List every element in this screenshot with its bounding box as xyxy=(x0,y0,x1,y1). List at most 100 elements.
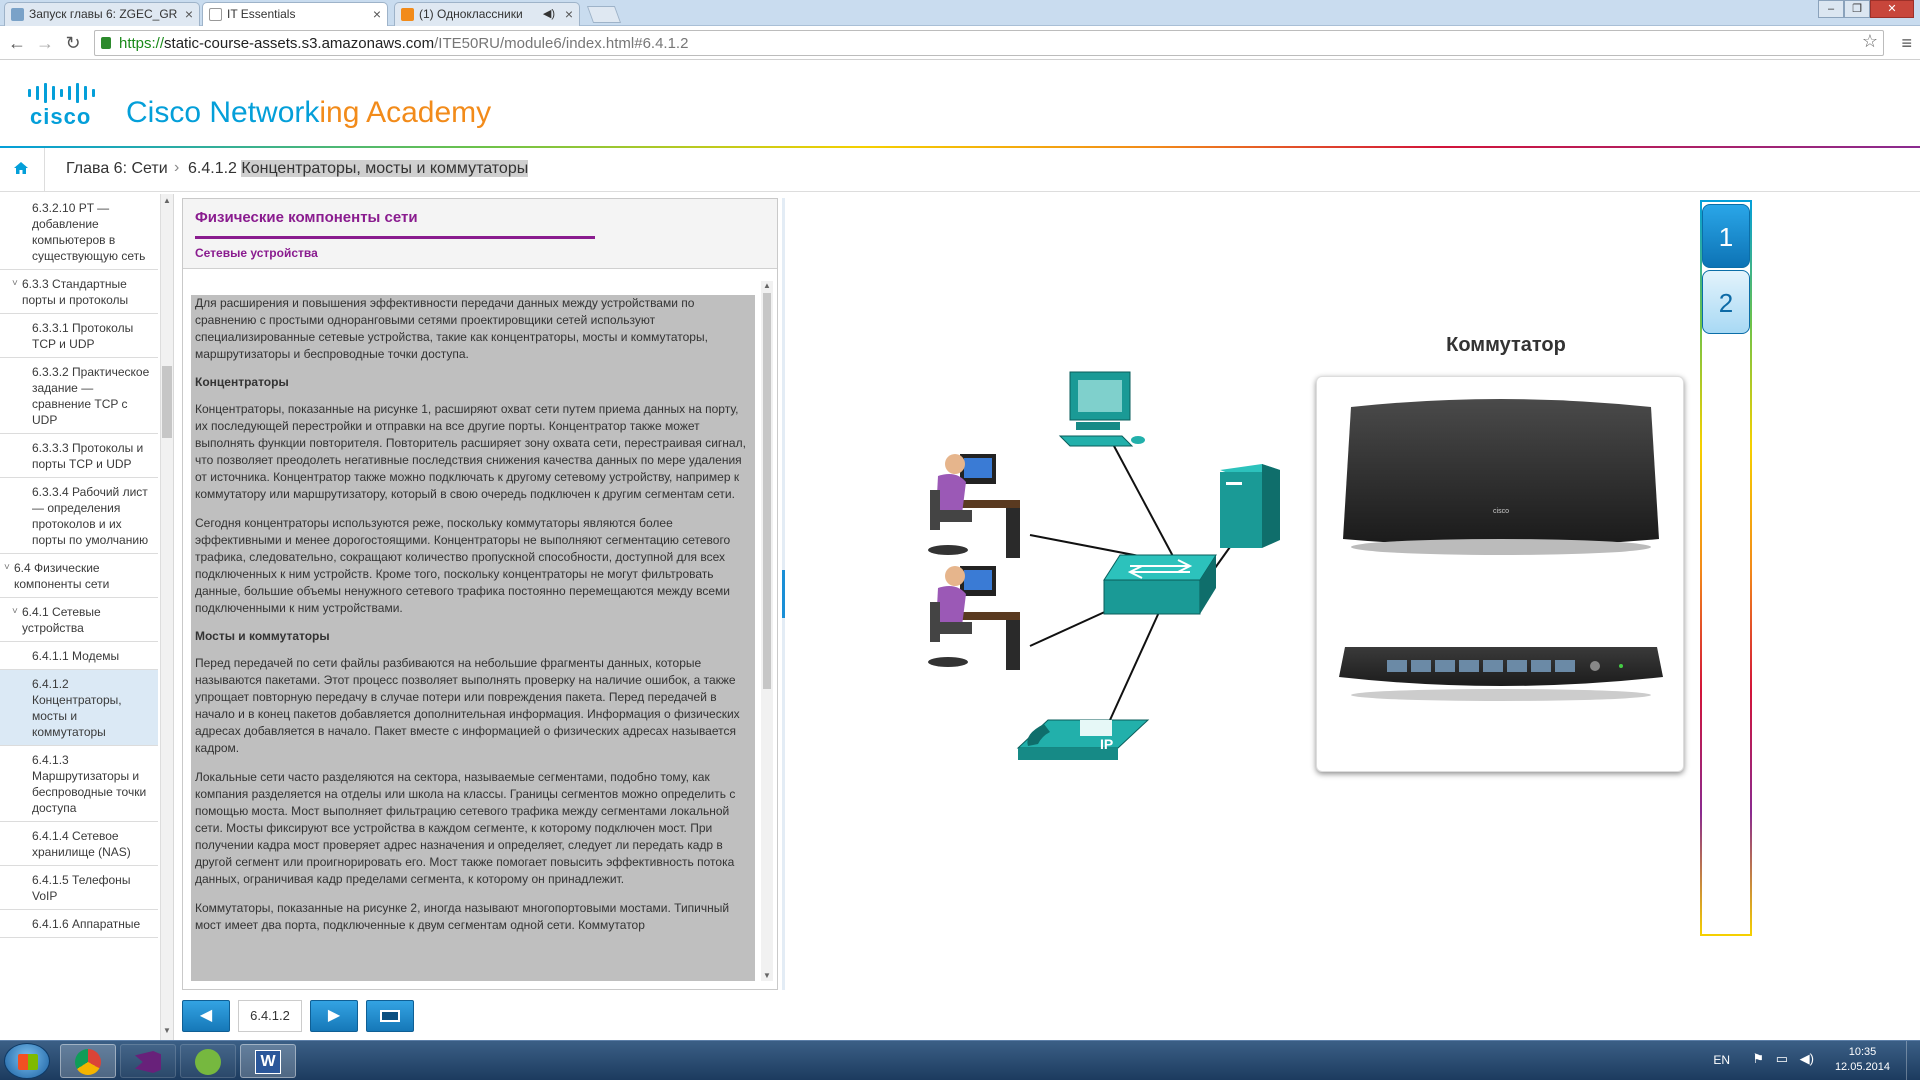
fullscreen-button[interactable] xyxy=(366,1000,414,1032)
toc-item[interactable]: 6.3.3.4 Рабочий лист — определения прото… xyxy=(0,478,158,554)
scroll-up-icon[interactable]: ▲ xyxy=(163,196,171,205)
url-host: static-course-assets.s3.amazonaws.com xyxy=(164,35,435,52)
show-desktop-button[interactable] xyxy=(1906,1041,1920,1081)
scroll-down-icon[interactable]: ▼ xyxy=(163,1026,171,1035)
academy-title: Cisco Networking Academy xyxy=(126,96,492,129)
page-favicon-icon xyxy=(209,8,222,21)
lesson-text[interactable]: Для расширения и повышения эффективности… xyxy=(191,295,755,981)
taskbar-visual-studio[interactable] xyxy=(120,1044,176,1078)
utorrent-icon xyxy=(195,1049,221,1075)
breadcrumb: Глава 6: Сети › 6.4.1.2 Концентраторы, м… xyxy=(0,148,1920,192)
windows-taskbar: W EN ⚑ ▭ ◀) 10:35 12.05.2014 xyxy=(0,1040,1920,1081)
minimize-icon[interactable]: – xyxy=(1818,0,1844,18)
text-scroll-thumb[interactable] xyxy=(763,293,771,689)
toc-item[interactable]: ˅ 6.4 Физические компоненты сети xyxy=(0,554,158,598)
toc-item[interactable]: 6.4.1.5 Телефоны VoIP xyxy=(0,866,158,910)
flag-icon[interactable]: ⚑ xyxy=(1752,1051,1764,1067)
language-indicator[interactable]: EN xyxy=(1713,1053,1730,1067)
toc-item[interactable]: 6.3.3.3 Протоколы и порты TCP и UDP xyxy=(0,434,158,478)
taskbar-chrome[interactable] xyxy=(60,1044,116,1078)
site-header: cisco Cisco Networking Academy xyxy=(0,60,1920,148)
toc-item[interactable]: 6.4.1.6 Аппаратные xyxy=(0,910,158,938)
paragraph: Сегодня концентраторы используются реже,… xyxy=(195,516,731,615)
arrow-left-icon: ◀ xyxy=(199,1007,213,1024)
clock[interactable]: 10:35 12.05.2014 xyxy=(1835,1045,1890,1075)
address-bar: ← → ↻ https://static-course-assets.s3.am… xyxy=(0,26,1920,60)
chevron-down-icon[interactable]: ˅ xyxy=(4,560,10,576)
toc-item-label: 6.4.1.5 Телефоны VoIP xyxy=(32,873,131,903)
breadcrumb-chapter[interactable]: Глава 6: Сети xyxy=(66,160,168,178)
switch-photo: cisco xyxy=(1316,376,1684,772)
close-window-icon[interactable]: ✕ xyxy=(1870,0,1914,18)
toc-item[interactable]: ˅ 6.4.1 Сетевые устройства xyxy=(0,598,158,642)
toc-item[interactable]: 6.4.1.2 Концентраторы, мосты и коммутато… xyxy=(0,670,158,746)
tab-title: Запуск главы 6: ZGEC_GR xyxy=(29,7,178,21)
section-heading: Мосты и коммутаторы xyxy=(195,629,330,643)
cisco-logo[interactable]: cisco xyxy=(24,82,104,129)
taskbar-utorrent[interactable] xyxy=(180,1044,236,1078)
breadcrumb-section: 6.4.1.2 Концентраторы, мосты и коммутато… xyxy=(188,160,529,177)
back-icon[interactable]: ← xyxy=(6,32,28,54)
forward-icon[interactable]: → xyxy=(34,32,56,54)
network-icon[interactable]: ▭ xyxy=(1776,1051,1788,1067)
toc-item[interactable]: 6.3.2.10 PT — добавление компьютеров в с… xyxy=(0,194,158,270)
new-tab-button[interactable] xyxy=(586,6,622,23)
figure-tab-1[interactable]: 1 xyxy=(1702,204,1750,268)
toc-sidebar: 6.3.2.10 PT — добавление компьютеров в с… xyxy=(0,194,174,1040)
close-icon[interactable]: × xyxy=(373,6,381,22)
sidebar-scrollbar[interactable] xyxy=(160,194,173,1040)
toc-item[interactable]: 6.3.3.1 Протоколы TCP и UDP xyxy=(0,314,158,358)
page-number: 6.4.1.2 xyxy=(238,1000,302,1032)
browser-tab[interactable]: Запуск главы 6: ZGEC_GR × xyxy=(4,2,200,26)
toc-item-label: 6.3.3.3 Протоколы и порты TCP и UDP xyxy=(32,441,144,471)
user-workstation-icon xyxy=(928,566,1020,670)
scroll-down-icon[interactable]: ▼ xyxy=(763,971,771,980)
url-input[interactable]: https://static-course-assets.s3.amazonaw… xyxy=(94,30,1884,56)
paragraph: Локальные сети часто разделяются на сект… xyxy=(195,770,736,886)
lock-icon xyxy=(101,37,111,49)
volume-icon[interactable]: ◀) xyxy=(1800,1051,1814,1067)
toc-item[interactable]: 6.4.1.4 Сетевое хранилище (NAS) xyxy=(0,822,158,866)
toc-item[interactable]: 6.3.3.2 Практическое задание — сравнение… xyxy=(0,358,158,434)
toc-item-label: 6.3.3.2 Практическое задание — сравнение… xyxy=(32,365,150,427)
paragraph: Коммутаторы, показанные на рисунке 2, ин… xyxy=(195,901,730,932)
toc-item[interactable]: 6.4.1.3 Маршрутизаторы и беспроводные то… xyxy=(0,746,158,822)
next-page-button[interactable]: ▶ xyxy=(310,1000,358,1032)
close-icon[interactable]: × xyxy=(185,6,193,22)
toc-item[interactable]: ˅ 6.3.3 Стандартные порты и протоколы xyxy=(0,270,158,314)
sidebar-scroll-thumb[interactable] xyxy=(162,366,172,438)
svg-text:cisco: cisco xyxy=(1493,508,1509,515)
svg-text:IP: IP xyxy=(1100,736,1113,752)
word-icon: W xyxy=(255,1050,281,1074)
tab-title: IT Essentials xyxy=(227,7,296,21)
toc-item[interactable]: 6.4.1.1 Модемы xyxy=(0,642,158,670)
paragraph: Для расширения и повышения эффективности… xyxy=(195,296,708,361)
scroll-up-icon[interactable]: ▲ xyxy=(763,281,771,290)
url-path: /ITE50RU/module6/index.html#6.4.1.2 xyxy=(434,35,689,52)
maximize-icon[interactable]: ❐ xyxy=(1844,0,1870,18)
toc-list: 6.3.2.10 PT — добавление компьютеров в с… xyxy=(0,194,173,938)
divider-handle[interactable] xyxy=(782,570,785,618)
browser-tab[interactable]: (1) Одноклассники ◀) × xyxy=(394,2,580,26)
toc-item-label: 6.4.1.3 Маршрутизаторы и беспроводные то… xyxy=(32,753,147,815)
prev-page-button[interactable]: ◀ xyxy=(182,1000,230,1032)
bookmark-star-icon[interactable]: ☆ xyxy=(1862,31,1878,52)
panel-divider[interactable] xyxy=(782,198,785,990)
reload-icon[interactable]: ↻ xyxy=(62,32,84,54)
home-icon[interactable] xyxy=(14,162,28,174)
start-button[interactable] xyxy=(4,1043,50,1079)
url-scheme: https:// xyxy=(119,35,165,52)
chevron-down-icon[interactable]: ˅ xyxy=(12,276,18,292)
browser-tab-active[interactable]: IT Essentials × xyxy=(202,2,388,27)
taskbar-word[interactable]: W xyxy=(240,1044,296,1078)
chevron-down-icon[interactable]: ˅ xyxy=(12,604,18,620)
toc-item-label: 6.3.3.1 Протоколы TCP и UDP xyxy=(32,321,134,351)
toc-item-label: 6.3.3.4 Рабочий лист — определения прото… xyxy=(32,485,149,547)
toc-item-label: 6.4.1.4 Сетевое хранилище (NAS) xyxy=(32,829,131,859)
windows-logo-icon xyxy=(18,1054,38,1070)
panel-header: Физические компоненты сети Сетевые устро… xyxy=(183,199,777,269)
close-icon[interactable]: × xyxy=(565,6,573,22)
panel-subtitle: Сетевые устройства xyxy=(195,246,318,260)
menu-icon[interactable]: ≡ xyxy=(1901,33,1912,54)
figure-tab-2[interactable]: 2 xyxy=(1702,270,1750,334)
